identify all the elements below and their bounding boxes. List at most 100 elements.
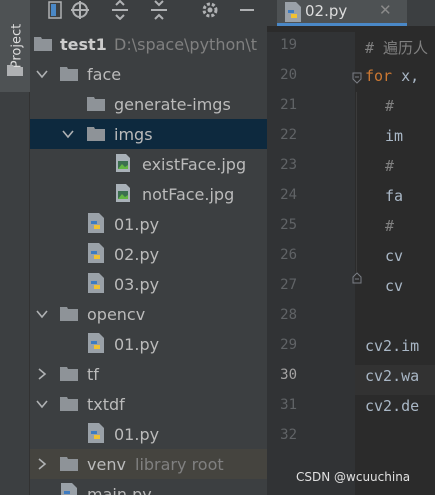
collapse-all-icon[interactable] (146, 0, 172, 20)
window-layout-icon[interactable] (44, 0, 66, 20)
tree-item-generate-imgs[interactable]: generate-imgs (30, 89, 267, 119)
code-line: cv (385, 277, 404, 295)
tree-item-main-py[interactable]: main.py (30, 479, 267, 495)
indent-guide (356, 92, 357, 272)
tree-item-label: 01.py (114, 214, 160, 234)
tree-item-notface-jpg[interactable]: notFace.jpg (30, 179, 267, 209)
line-number: 25 (280, 217, 297, 233)
root-name: test1 (60, 34, 107, 54)
tree-item-label: 01.py (114, 424, 160, 444)
python-file-icon (88, 213, 104, 233)
tree-item-tf[interactable]: tf (30, 359, 267, 389)
line-number: 31 (280, 397, 297, 413)
tree-item-imgs[interactable]: imgs (30, 119, 267, 149)
tree-item-label: notFace.jpg (142, 184, 235, 204)
chevron-down-icon[interactable] (36, 68, 48, 80)
folder-icon (60, 457, 78, 471)
line-number: 32 (280, 427, 297, 443)
image-file-icon (116, 154, 130, 172)
tree-item-label: face (87, 64, 122, 84)
tree-item-01-py[interactable]: 01.py (30, 329, 267, 359)
line-number: 23 (280, 157, 297, 173)
tree-item-existface-jpg[interactable]: existFace.jpg (30, 149, 267, 179)
tree-item-label: generate-imgs (114, 94, 231, 114)
project-tab-label: Project (9, 23, 25, 69)
code-line: # (385, 157, 395, 175)
line-number: 24 (280, 187, 297, 203)
tree-item-opencv[interactable]: opencv (30, 299, 267, 329)
image-file-icon (116, 184, 130, 202)
tree-item-txtdf[interactable]: txtdf (30, 389, 267, 419)
tree-item-01-py[interactable]: 01.py (30, 209, 267, 239)
line-number: 21 (280, 97, 297, 113)
code-line: im (385, 127, 404, 145)
code-area[interactable]: # 遍历人 for x, # im # fa # cv cv cv2.im cv… (355, 32, 435, 495)
code-line: # (385, 217, 395, 235)
code-line: # (385, 97, 395, 115)
project-tool-tab[interactable]: Project (0, 0, 30, 92)
tree-item-label: opencv (87, 304, 146, 324)
python-file-icon (88, 333, 104, 353)
code-line: cv2.de (365, 397, 420, 415)
folder-icon (34, 37, 52, 51)
line-number: 28 (280, 307, 297, 323)
line-number: 27 (280, 277, 297, 293)
folder-icon (7, 65, 23, 76)
tree-root[interactable]: test1 D:\space\python\t (30, 29, 267, 59)
line-number-current: 30 (280, 367, 297, 383)
code-line: cv (385, 247, 404, 265)
tree-item-label: 01.py (114, 334, 160, 354)
tree-item-label: txtdf (87, 394, 125, 414)
chevron-right-icon[interactable] (36, 458, 48, 470)
folder-icon (60, 67, 78, 81)
editor-tab-bar: 02.py ✕ (267, 0, 435, 26)
tree-item-label: main.py (87, 484, 152, 495)
tree-item-label: venv (87, 454, 126, 474)
python-file-icon (285, 2, 301, 22)
python-file-icon (88, 423, 104, 443)
root-path: D:\space\python\t (114, 34, 258, 54)
watermark-text: CSDN @wcuuchina (296, 470, 411, 484)
tree-item-label: 03.py (114, 274, 160, 294)
chevron-down-icon[interactable] (36, 398, 48, 410)
chevron-down-icon[interactable] (62, 128, 74, 140)
gear-icon[interactable] (198, 0, 222, 20)
tab-02-py[interactable]: 02.py ✕ (277, 0, 407, 26)
folder-icon (87, 97, 105, 111)
code-line: for x, (365, 67, 420, 85)
project-toolbar (30, 0, 267, 24)
crosshair-icon[interactable] (67, 0, 93, 20)
code-line: cv2.wa (365, 367, 420, 385)
code-line: fa (385, 187, 404, 205)
tree-item-venv[interactable]: venv library root (30, 449, 267, 479)
code-line: # 遍历人 (365, 39, 429, 57)
code-line: cv2.im (365, 337, 420, 355)
chevron-down-icon[interactable] (36, 308, 48, 320)
tree-item-label: existFace.jpg (142, 154, 247, 174)
chevron-right-icon[interactable] (36, 368, 48, 380)
python-file-icon (88, 273, 104, 293)
line-number: 22 (280, 127, 297, 143)
line-number: 20 (280, 67, 297, 83)
tree-item-03-py[interactable]: 03.py (30, 269, 267, 299)
folder-icon (60, 367, 78, 381)
line-number: 26 (280, 247, 297, 263)
tree-item-face[interactable]: face (30, 59, 267, 89)
line-number: 19 (280, 37, 297, 53)
folder-icon (60, 397, 78, 411)
hide-icon[interactable] (235, 0, 259, 20)
tree-item-label: tf (87, 364, 99, 384)
folder-icon (60, 307, 78, 321)
editor-area: 02.py ✕ 19 20 21 22 23 24 25 26 27 28 29… (267, 0, 435, 495)
close-icon[interactable]: ✕ (379, 1, 392, 19)
project-panel: test1 D:\space\python\t face generate-im… (30, 0, 267, 495)
line-number: 29 (280, 337, 297, 353)
expand-all-icon[interactable] (107, 0, 133, 20)
tree-item-01-py[interactable]: 01.py (30, 419, 267, 449)
python-file-icon (61, 483, 77, 495)
python-file-icon (88, 243, 104, 263)
line-number-gutter: 19 20 21 22 23 24 25 26 27 28 29 30 31 3… (267, 32, 362, 495)
tree-item-label: 02.py (114, 244, 160, 264)
tree-item-02-py[interactable]: 02.py (30, 239, 267, 269)
tool-window-strip: Project (0, 0, 30, 495)
